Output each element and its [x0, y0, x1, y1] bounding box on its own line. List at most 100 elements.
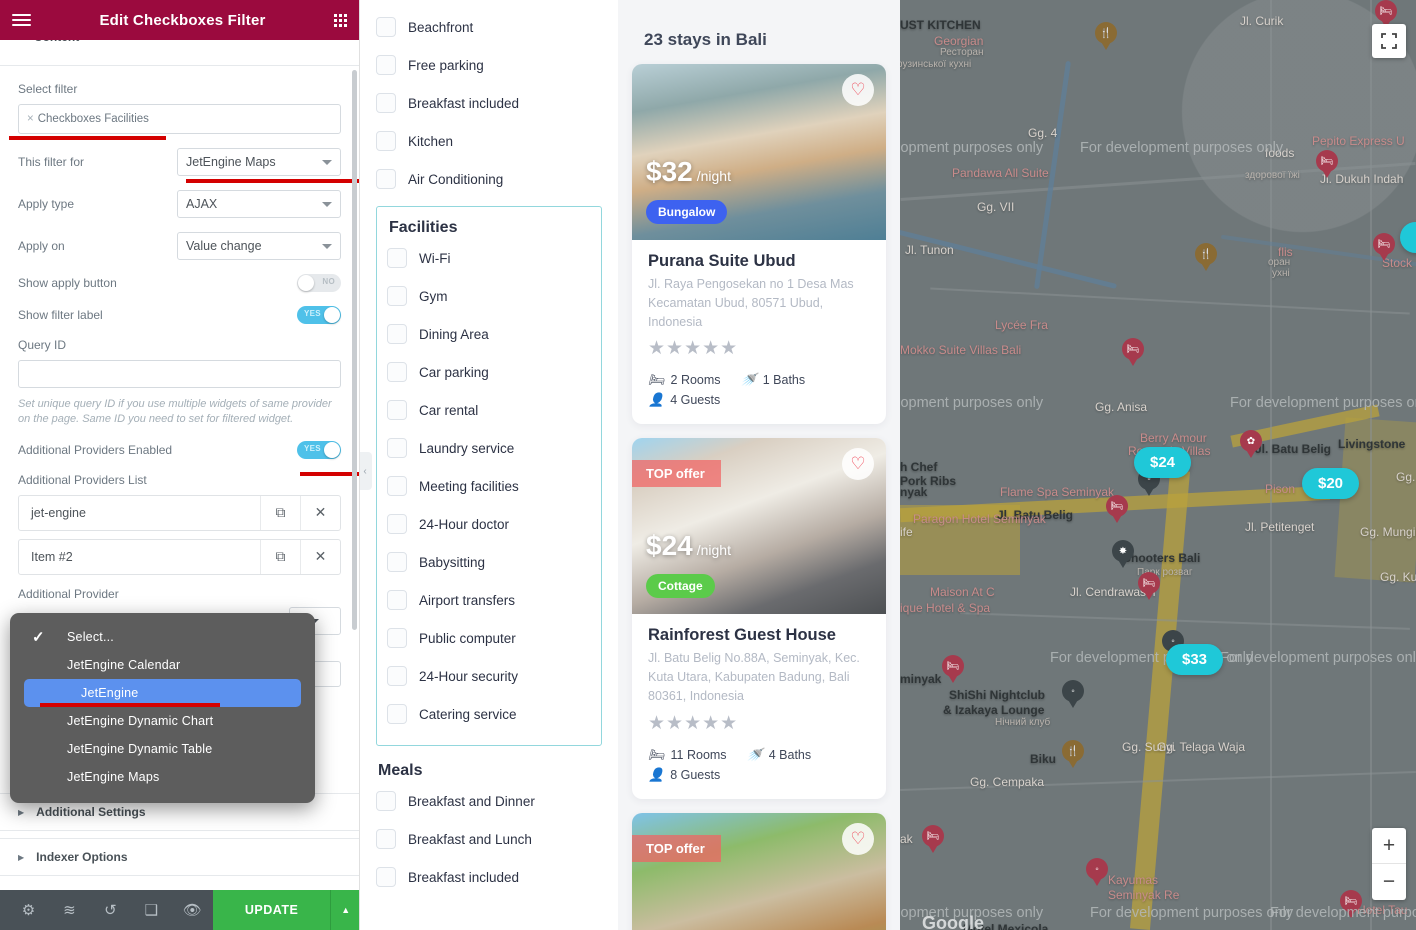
- checkbox-input[interactable]: [376, 791, 396, 811]
- filter-checkbox-row[interactable]: Car parking: [387, 353, 591, 391]
- checkbox-input[interactable]: [387, 362, 407, 382]
- checkbox-input[interactable]: [387, 628, 407, 648]
- query-id-input[interactable]: [18, 360, 341, 388]
- checkbox-input[interactable]: [387, 514, 407, 534]
- dropdown-option-jetengine-dynamic-chart[interactable]: JetEngine Dynamic Chart: [10, 707, 315, 735]
- checkbox-input[interactable]: [387, 438, 407, 458]
- update-options-caret-icon[interactable]: ▲: [330, 890, 359, 930]
- map-pin-hotel[interactable]: 🛏: [1122, 338, 1144, 368]
- listing-image[interactable]: TOP offer ♡ $24/night Cottage: [632, 438, 886, 615]
- heart-icon[interactable]: ♡: [842, 74, 874, 106]
- show-filter-label-toggle[interactable]: YES: [297, 306, 341, 324]
- checkbox-input[interactable]: [387, 248, 407, 268]
- map-pin-hotel[interactable]: 🛏: [1106, 495, 1128, 525]
- listing-title[interactable]: Rainforest Guest House: [648, 626, 870, 645]
- copy-icon[interactable]: ⧉: [260, 539, 300, 574]
- token-remove-icon[interactable]: ×: [27, 113, 34, 125]
- checkbox-input[interactable]: [376, 55, 396, 75]
- checkbox-input[interactable]: [376, 867, 396, 887]
- map-price-marker[interactable]: $20: [1302, 468, 1360, 499]
- map-pin-hotel[interactable]: 🛏: [942, 655, 964, 685]
- map-pin-poi[interactable]: ◦: [1086, 858, 1108, 888]
- zoom-out-button[interactable]: −: [1372, 864, 1406, 900]
- this-filter-for-select[interactable]: JetEngine Maps: [177, 148, 341, 176]
- gear-icon[interactable]: ⚙: [8, 890, 49, 930]
- fullscreen-icon[interactable]: [1372, 24, 1406, 58]
- filter-checkbox-row[interactable]: Meeting facilities: [387, 467, 591, 505]
- layers-icon[interactable]: ≋: [49, 890, 90, 930]
- filter-checkbox-row[interactable]: Babysitting: [387, 543, 591, 581]
- filter-checkbox-row[interactable]: Breakfast and Lunch: [376, 820, 602, 858]
- checkbox-input[interactable]: [376, 169, 396, 189]
- history-icon[interactable]: ↺: [90, 890, 131, 930]
- map-pin-amusement[interactable]: ✸: [1112, 540, 1134, 570]
- listing-card[interactable]: TOP offer ♡ $24/night Cottage Rainforest Gue…: [632, 438, 886, 799]
- map-pin-restaurant[interactable]: 🍴: [1095, 22, 1117, 52]
- filter-checkbox-row[interactable]: Free parking: [376, 46, 602, 84]
- map-price-marker[interactable]: $24: [1134, 447, 1192, 478]
- dropdown-option-jetengine-maps[interactable]: JetEngine Maps: [10, 763, 315, 791]
- filter-checkbox-row[interactable]: Breakfast and Dinner: [376, 782, 602, 820]
- show-apply-button-toggle[interactable]: NO: [297, 274, 341, 292]
- filter-checkbox-row[interactable]: Breakfast included: [376, 84, 602, 122]
- panel-scrollbar[interactable]: [352, 70, 357, 630]
- repeater-row[interactable]: jet-engine ⧉ ✕: [18, 494, 341, 531]
- listing-image[interactable]: TOP offer ♡: [632, 812, 886, 930]
- heart-icon[interactable]: ♡: [842, 448, 874, 481]
- checkbox-input[interactable]: [376, 17, 396, 37]
- checkbox-input[interactable]: [387, 552, 407, 572]
- apps-grid-icon[interactable]: [334, 13, 347, 27]
- filter-checkbox-row[interactable]: 24-Hour security: [387, 657, 591, 695]
- content-section-header[interactable]: ▼ Content: [0, 40, 359, 66]
- listing-image[interactable]: ♡ $32/night Bungalow: [632, 64, 886, 240]
- filter-checkbox-row[interactable]: Air Conditioning: [376, 160, 602, 198]
- checkbox-input[interactable]: [387, 286, 407, 306]
- map-price-marker[interactable]: $33: [1166, 644, 1224, 675]
- checkbox-input[interactable]: [387, 400, 407, 420]
- additional-provider-dropdown[interactable]: ✓ Select... JetEngine Calendar JetEngine…: [10, 613, 315, 803]
- copy-icon[interactable]: ⧉: [260, 495, 300, 530]
- repeater-row[interactable]: Item #2 ⧉ ✕: [18, 538, 341, 575]
- indexer-options-accordion[interactable]: ▶ Indexer Options: [0, 838, 359, 876]
- dropdown-option-jetengine-calendar[interactable]: JetEngine Calendar: [10, 651, 315, 679]
- map-pin-restaurant[interactable]: 🍴: [1062, 740, 1084, 770]
- update-button[interactable]: UPDATE: [212, 890, 331, 930]
- apply-type-select[interactable]: AJAX: [177, 190, 341, 218]
- map-pin-nightclub[interactable]: ◦: [1062, 680, 1084, 710]
- filter-checkbox-row[interactable]: Gym: [387, 277, 591, 315]
- filter-checkbox-row[interactable]: Wi-Fi: [387, 239, 591, 277]
- map-pin-hotel[interactable]: 🛏: [1316, 150, 1338, 180]
- select-filter-input[interactable]: × Checkboxes Facilities: [9, 104, 341, 140]
- preview-icon[interactable]: 👁: [172, 890, 213, 930]
- close-icon[interactable]: ✕: [300, 539, 340, 574]
- additional-providers-enabled-toggle[interactable]: YES: [297, 440, 341, 459]
- listing-card[interactable]: ♡ $32/night Bungalow Purana Suite Ubud Jl. R…: [632, 64, 886, 425]
- apply-on-select[interactable]: Value change: [177, 232, 341, 260]
- filter-checkbox-row[interactable]: Laundry service: [387, 429, 591, 467]
- checkbox-input[interactable]: [387, 666, 407, 686]
- filter-checkbox-row[interactable]: Dining Area: [387, 315, 591, 353]
- dropdown-option-select[interactable]: ✓ Select...: [10, 623, 315, 651]
- filter-checkbox-row[interactable]: Car rental: [387, 391, 591, 429]
- filter-checkbox-row[interactable]: Beachfront: [376, 8, 602, 46]
- filter-checkbox-row[interactable]: Kitchen: [376, 122, 602, 160]
- filter-checkbox-row[interactable]: 24-Hour doctor: [387, 505, 591, 543]
- checkbox-input[interactable]: [387, 476, 407, 496]
- map-zoom-controls[interactable]: + −: [1372, 828, 1406, 900]
- checkbox-input[interactable]: [376, 93, 396, 113]
- responsive-icon[interactable]: ❑: [131, 890, 172, 930]
- checkbox-input[interactable]: [376, 131, 396, 151]
- menu-icon[interactable]: [12, 11, 31, 29]
- filter-checkbox-row[interactable]: Catering service: [387, 695, 591, 733]
- checkbox-input[interactable]: [387, 324, 407, 344]
- map-pin-restaurant[interactable]: 🍴: [1195, 243, 1217, 273]
- listing-title[interactable]: Purana Suite Ubud: [648, 252, 870, 271]
- filter-checkbox-row[interactable]: Airport transfers: [387, 581, 591, 619]
- filter-checkbox-row[interactable]: Breakfast included: [376, 858, 602, 896]
- checkbox-input[interactable]: [387, 704, 407, 724]
- heart-icon[interactable]: ♡: [842, 822, 874, 855]
- dropdown-option-jetengine-dynamic-table[interactable]: JetEngine Dynamic Table: [10, 735, 315, 763]
- filter-checkbox-row[interactable]: Public computer: [387, 619, 591, 657]
- map-view[interactable]: UST KITCHEN Georgian Ресторан рузинської ку…: [900, 0, 1416, 930]
- zoom-in-button[interactable]: +: [1372, 828, 1406, 864]
